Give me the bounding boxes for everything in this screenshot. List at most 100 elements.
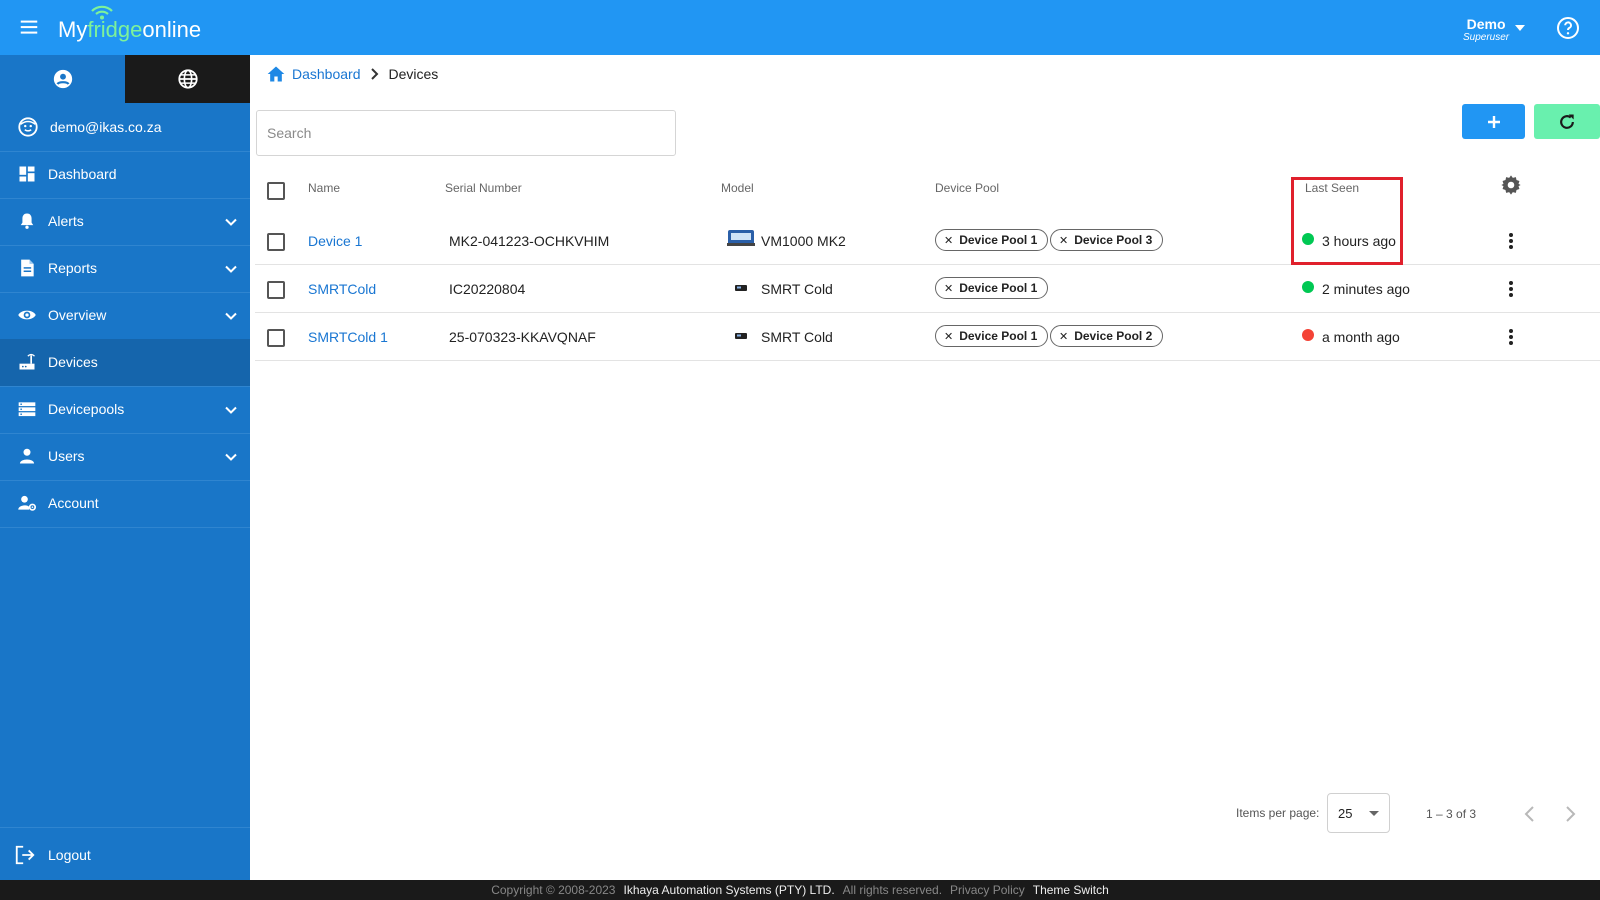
row-divider [255,360,1600,361]
page-size-select[interactable]: 25 [1327,793,1390,833]
footer-company: Ikhaya Automation Systems (PTY) LTD. [623,883,835,897]
sidebar-item-devices[interactable]: Devices [0,339,250,387]
chip-label: Device Pool 1 [959,329,1038,343]
remove-chip-icon[interactable]: ✕ [1059,330,1068,343]
caret-down-icon[interactable] [1514,23,1526,33]
chip-label: Device Pool 2 [1074,329,1153,343]
logout-icon [15,845,35,865]
sidebar-item-label: Dashboard [48,166,117,182]
chevron-down-icon [225,453,237,461]
serial-number: MK2-041223-OCHKVHIM [449,233,610,249]
refresh-button[interactable] [1534,104,1600,139]
column-settings-gear-icon[interactable] [1500,174,1522,196]
sidebar: demo@ikas.co.za Dashboard Alerts Reports… [0,55,250,880]
breadcrumb-dashboard-link[interactable]: Dashboard [292,66,361,82]
more-vert-icon[interactable] [1508,280,1514,298]
next-page-chevron-icon[interactable] [1561,803,1579,825]
last-seen-text: a month ago [1322,329,1400,345]
chevron-down-icon [225,406,237,414]
user-role: Superuser [1463,32,1510,43]
breadcrumb: Dashboard Devices [266,64,438,84]
sidebar-item-label: Reports [48,260,98,276]
serial-number: 25-070323-KKAVQNAF [449,329,596,345]
dashboard-icon [19,166,35,182]
logout-label: Logout [48,847,91,863]
user-name: Demo [1466,16,1506,32]
search-input[interactable] [256,110,676,156]
device-pool-chip[interactable]: ✕ Device Pool 1 [935,325,1049,347]
device-pool-chip[interactable]: ✕ Device Pool 3 [1050,229,1164,251]
device-name-link[interactable]: Device 1 [308,233,362,249]
chevron-down-icon [225,218,237,226]
page-size-value: 25 [1338,806,1353,821]
row-checkbox[interactable] [267,281,285,299]
previous-page-chevron-icon[interactable] [1521,803,1539,825]
sidebar-item-users[interactable]: Users [0,433,250,481]
breadcrumb-current: Devices [388,66,439,82]
sidebar-item-label: Account [48,495,99,511]
chip-label: Device Pool 1 [959,233,1038,247]
tab-account-view[interactable] [0,55,125,103]
remove-chip-icon[interactable]: ✕ [1059,234,1068,247]
logout-button[interactable]: Logout [0,827,250,881]
sidebar-item-label: Users [48,448,85,464]
sidebar-item-dashboard[interactable]: Dashboard [0,151,250,199]
model-name: SMRT Cold [761,329,833,345]
device-pool-chip[interactable]: ✕ Device Pool 1 [935,277,1049,299]
last-seen-text: 2 minutes ago [1322,281,1410,297]
footer: Copyright © 2008-2023 Ikhaya Automation … [0,880,1600,900]
sidebar-item-overview[interactable]: Overview [0,292,250,340]
account-circle-icon [53,69,72,89]
user-menu[interactable]: Demo Superuser [1463,16,1509,44]
remove-chip-icon[interactable]: ✕ [944,282,953,295]
device-pool-chip[interactable]: ✕ Device Pool 2 [1050,325,1164,347]
row-checkbox[interactable] [267,233,285,251]
logo-fridge: fridge [87,17,143,42]
items-per-page-label: Items per page: [1236,806,1320,820]
row-checkbox[interactable] [267,329,285,347]
model-name: VM1000 MK2 [761,233,846,249]
sidebar-item-label: Overview [48,307,107,323]
sidebar-item-devicepools[interactable]: Devicepools [0,386,250,434]
more-vert-icon[interactable] [1508,328,1514,346]
column-header-name[interactable]: Name [308,181,340,195]
vm1000-device-icon [727,230,755,246]
column-header-device-pool[interactable]: Device Pool [935,181,999,195]
device-name-link[interactable]: SMRTCold [308,281,376,297]
last-seen-highlight-box [1291,177,1403,265]
storage-icon [18,402,36,417]
tab-global-view[interactable] [125,55,250,103]
privacy-policy-link[interactable]: Privacy Policy [950,883,1025,897]
help-icon[interactable] [1556,16,1580,40]
top-app-bar: Myfridgeonline Demo Superuser [0,0,1600,55]
hamburger-menu-icon[interactable] [18,16,40,38]
report-icon [21,259,34,277]
sidebar-item-alerts[interactable]: Alerts [0,198,250,246]
dropdown-caret-icon [1369,811,1379,816]
sidebar-item-reports[interactable]: Reports [0,245,250,293]
footer-rights: All rights reserved. [842,883,943,897]
face-icon [18,117,38,137]
remove-chip-icon[interactable]: ✕ [944,330,953,343]
column-header-model[interactable]: Model [721,181,754,195]
app-logo[interactable]: Myfridgeonline [58,17,201,43]
page-range-label: 1 – 3 of 3 [1426,807,1477,821]
select-all-checkbox[interactable] [267,182,285,200]
status-offline-dot [1302,329,1314,341]
device-name-link[interactable]: SMRTCold 1 [308,329,388,345]
sidebar-user-email: demo@ikas.co.za [0,103,250,152]
person-icon [19,448,35,464]
status-online-dot [1302,281,1314,293]
chevron-down-icon [225,265,237,273]
column-header-serial[interactable]: Serial Number [445,181,522,195]
theme-switch-link[interactable]: Theme Switch [1033,883,1109,897]
sidebar-item-account[interactable]: Account [0,480,250,528]
smrt-cold-device-icon [735,285,747,291]
more-vert-icon[interactable] [1508,232,1514,250]
home-icon[interactable] [266,64,286,84]
remove-chip-icon[interactable]: ✕ [944,234,953,247]
device-pool-chip[interactable]: ✕ Device Pool 1 [935,229,1049,251]
chevron-right-icon [370,68,378,80]
globe-icon [177,69,198,89]
add-device-button[interactable] [1462,104,1525,139]
